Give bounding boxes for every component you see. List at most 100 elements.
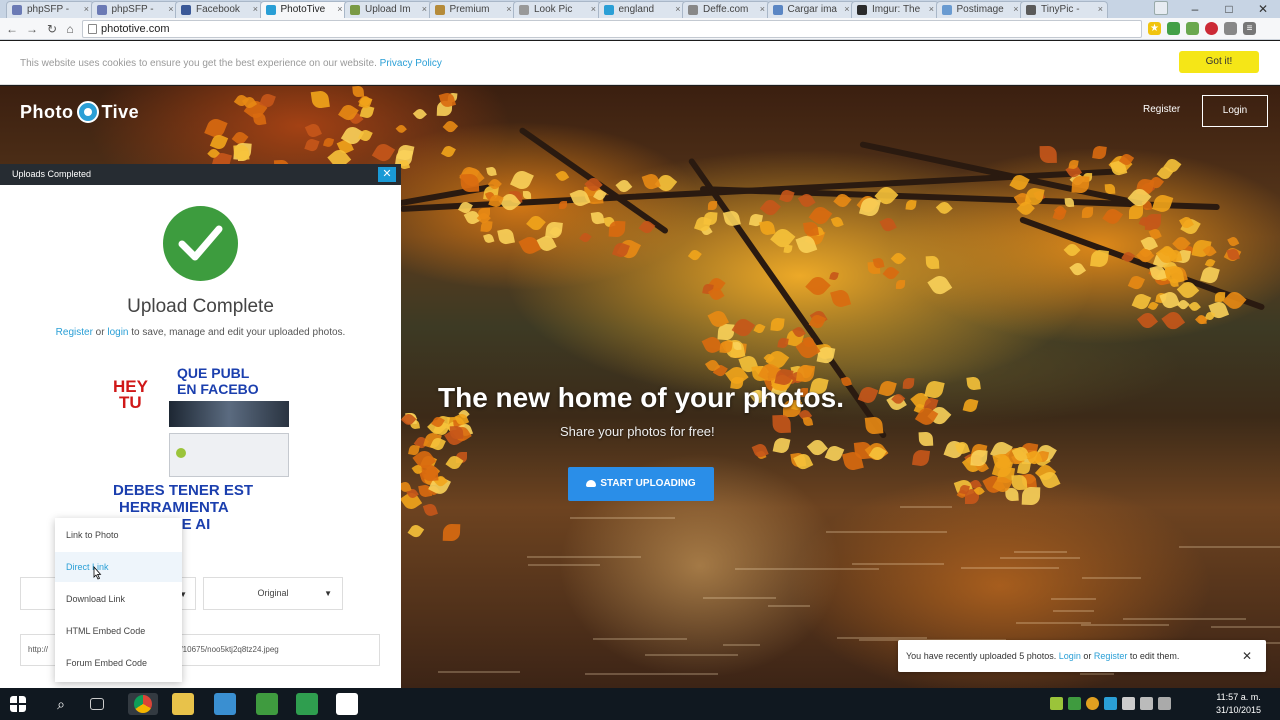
extension-icon[interactable] xyxy=(1224,22,1237,35)
size-select[interactable]: Original ▼ xyxy=(203,577,343,610)
autumn-leaf xyxy=(865,416,884,435)
tab-close-icon[interactable]: × xyxy=(422,4,427,14)
toast-register-link[interactable]: Register xyxy=(1094,651,1128,661)
modal-close-button[interactable]: ✕ xyxy=(378,167,396,182)
autumn-leaf xyxy=(1200,265,1220,285)
dropdown-option[interactable]: Direct Link xyxy=(55,552,182,582)
app-taskbar-icon[interactable] xyxy=(256,693,278,715)
chrome-taskbar-icon[interactable] xyxy=(128,693,158,715)
windows-start-icon[interactable] xyxy=(10,696,26,712)
browser-tab[interactable]: Facebook × xyxy=(175,1,263,18)
autumn-leaf xyxy=(772,436,791,455)
tab-close-icon[interactable]: × xyxy=(168,4,173,14)
cookie-accept-button[interactable]: Got it! xyxy=(1179,51,1259,73)
search-icon[interactable]: ⌕ xyxy=(50,693,72,715)
browser-tab[interactable]: Cargar ima × xyxy=(766,1,855,18)
home-icon[interactable]: ⌂ xyxy=(62,21,78,37)
tab-close-icon[interactable]: × xyxy=(760,4,765,14)
autumn-leaf xyxy=(253,111,267,125)
toast-login-link[interactable]: Login xyxy=(1059,651,1081,661)
toast-close-button[interactable]: ✕ xyxy=(1242,640,1252,672)
minimize-button[interactable]: – xyxy=(1178,0,1212,18)
volume-icon[interactable] xyxy=(1140,697,1153,710)
autumn-leaf xyxy=(371,140,395,164)
start-uploading-button[interactable]: START UPLOADING xyxy=(568,467,714,501)
app-taskbar-icon[interactable] xyxy=(296,693,318,715)
browser-tab[interactable]: TinyPic - × xyxy=(1020,1,1108,18)
task-view-icon[interactable] xyxy=(90,698,104,710)
uploaded-photo-thumbnail[interactable]: QUE PUBL EN FACEBO HEY TU DEBES TENER ES… xyxy=(111,361,289,539)
autumn-leaf xyxy=(1128,274,1146,291)
dropdown-option[interactable]: Forum Embed Code xyxy=(55,648,182,678)
browser-tab[interactable]: PhotoTive × xyxy=(259,1,348,18)
tray-icon[interactable] xyxy=(1068,697,1081,710)
reload-icon[interactable]: ↻ xyxy=(44,21,60,37)
windows-taskbar: ⌕ 11:57 a. m. 31/10/2015 xyxy=(0,688,1280,720)
pinterest-icon[interactable] xyxy=(1205,22,1218,35)
forward-icon[interactable]: → xyxy=(24,21,40,37)
tab-favicon-icon xyxy=(772,5,783,15)
tab-close-icon[interactable]: × xyxy=(675,4,680,14)
profile-button[interactable] xyxy=(1154,1,1168,15)
bookmark-star-icon[interactable]: ★ xyxy=(1148,22,1161,35)
autumn-leaf xyxy=(1011,474,1027,491)
recent-uploads-toast: You have recently uploaded 5 photos. Log… xyxy=(898,640,1266,672)
extension-icon[interactable] xyxy=(1186,22,1199,35)
tab-close-icon[interactable]: × xyxy=(84,4,89,14)
link-output-end: h/10675/noo5ktj2q8tz24.jpeg xyxy=(176,645,279,654)
water-reflection xyxy=(1079,673,1115,676)
autumn-leaf xyxy=(554,169,570,184)
window-close-button[interactable]: ✕ xyxy=(1246,0,1280,18)
app-taskbar-icon[interactable] xyxy=(336,693,358,715)
browser-tab[interactable]: Premium × xyxy=(428,1,517,18)
address-bar[interactable]: phototive.com xyxy=(82,20,1142,38)
site-logo[interactable]: Photo Tive xyxy=(20,101,139,123)
tab-close-icon[interactable]: × xyxy=(844,4,849,14)
tab-close-icon[interactable]: × xyxy=(929,4,934,14)
browser-tab[interactable]: Deffe.com × xyxy=(682,1,770,18)
autumn-leaf xyxy=(523,191,532,200)
water-reflection xyxy=(585,672,719,675)
tray-icon[interactable] xyxy=(1104,697,1117,710)
browser-tab[interactable]: england × xyxy=(597,1,686,18)
extension-icon[interactable] xyxy=(1167,22,1180,35)
tab-close-icon[interactable]: × xyxy=(337,4,342,14)
nav-login-button[interactable]: Login xyxy=(1202,95,1268,127)
browser-tab[interactable]: phpSFP - × xyxy=(6,1,94,18)
autumn-leaf xyxy=(422,502,438,519)
maximize-button[interactable]: □ xyxy=(1212,0,1246,18)
keyboard-icon[interactable] xyxy=(1158,697,1171,710)
back-icon[interactable]: ← xyxy=(4,21,20,37)
dropdown-option[interactable]: HTML Embed Code xyxy=(55,616,182,646)
tab-label: phpSFP - xyxy=(111,4,154,15)
dropdown-option[interactable]: Link to Photo xyxy=(55,520,182,550)
water-reflection xyxy=(570,517,675,520)
menu-icon[interactable]: ≡ xyxy=(1243,22,1256,35)
tab-close-icon[interactable]: × xyxy=(1013,4,1018,14)
tab-close-icon[interactable]: × xyxy=(506,4,511,14)
privacy-policy-link[interactable]: Privacy Policy xyxy=(380,58,442,69)
autumn-leaf xyxy=(1136,309,1158,331)
file-explorer-icon[interactable] xyxy=(172,693,194,715)
wifi-icon[interactable] xyxy=(1122,697,1135,710)
tab-close-icon[interactable]: × xyxy=(591,4,596,14)
taskbar-clock[interactable]: 11:57 a. m. 31/10/2015 xyxy=(1216,691,1261,717)
dropdown-option[interactable]: Download Link xyxy=(55,584,182,614)
autumn-leaf xyxy=(1152,193,1175,216)
browser-tab[interactable]: Postimage × xyxy=(935,1,1024,18)
browser-tab[interactable]: Imgur: The × xyxy=(851,1,939,18)
browser-tab[interactable]: phpSFP - × xyxy=(90,1,179,18)
login-link[interactable]: login xyxy=(107,327,128,338)
browser-tab[interactable]: Upload Im × xyxy=(344,1,432,18)
register-link[interactable]: Register xyxy=(56,327,93,338)
tray-icon[interactable] xyxy=(1086,697,1099,710)
browser-tab[interactable]: Look Pic × xyxy=(513,1,601,18)
nav-register-link[interactable]: Register xyxy=(1143,104,1180,115)
tab-close-icon[interactable]: × xyxy=(253,4,258,14)
autumn-leaf xyxy=(777,337,790,350)
tray-icon[interactable] xyxy=(1050,697,1063,710)
tab-label: Postimage xyxy=(956,4,1004,15)
app-taskbar-icon[interactable] xyxy=(214,693,236,715)
autumn-leaf xyxy=(759,196,781,218)
tab-close-icon[interactable]: × xyxy=(1098,4,1103,14)
